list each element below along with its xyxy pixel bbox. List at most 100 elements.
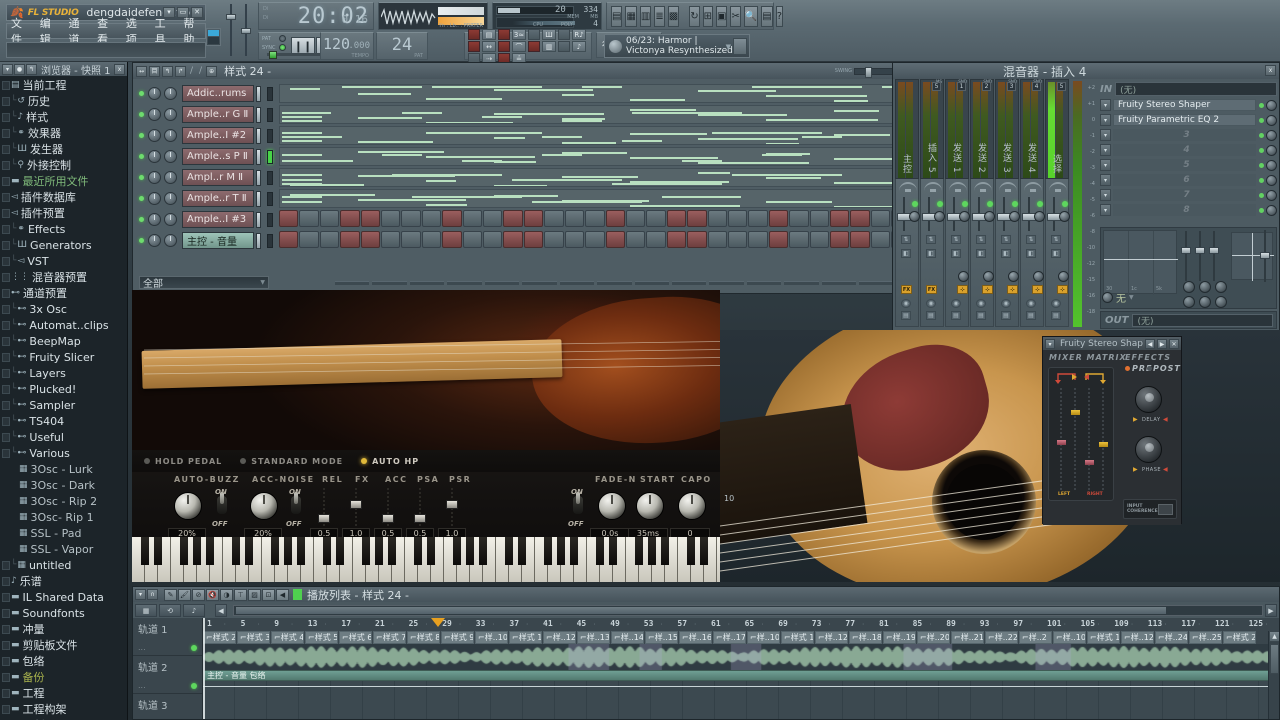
fx-enable-led[interactable]	[1259, 102, 1264, 108]
piano-black-key[interactable]	[245, 537, 253, 565]
step-button[interactable]	[401, 210, 421, 227]
expand-toggle[interactable]	[2, 384, 10, 394]
toggle-midi[interactable]	[558, 40, 570, 52]
step-button[interactable]	[829, 210, 850, 227]
fx-name[interactable]: Fruity Parametric EQ 2	[1113, 114, 1256, 126]
pan-knob[interactable]	[959, 211, 970, 222]
step-button[interactable]	[768, 231, 789, 248]
expand-toggle[interactable]	[2, 448, 10, 458]
playlist-track-header[interactable]: 轨道 3	[133, 694, 202, 720]
record-arm[interactable]: ◉	[951, 299, 961, 308]
eq-q-low-knob[interactable]	[1183, 296, 1195, 308]
playlist-canvas[interactable]: 1 · 5 · 9 · 13 · 17 · 21 · 25 · 29 · 33 · 37 · 41 · 45 · 49 · 53 · 5…	[203, 618, 1279, 719]
step-button[interactable]	[768, 210, 789, 227]
fx-menu-button[interactable]: ▾	[1100, 144, 1111, 156]
stereo-button[interactable]: ◧	[1026, 249, 1036, 258]
browser-item-39[interactable]: ▬ 工程构架	[0, 701, 127, 717]
browser-item-25[interactable]: ▦ 3Osc - Dark	[0, 477, 127, 493]
step-button[interactable]	[279, 231, 299, 248]
channel-volume-knob[interactable]	[164, 129, 177, 142]
expand-toggle[interactable]	[2, 336, 10, 346]
playlist-clip[interactable]: ⌐样..15	[645, 631, 678, 644]
playlist-icon[interactable]: ▤	[611, 5, 623, 27]
step-button[interactable]	[401, 231, 421, 248]
step-button[interactable]	[727, 210, 748, 227]
hold-pedal-toggle[interactable]: HOLD PEDAL	[144, 457, 222, 466]
step-button[interactable]	[544, 210, 564, 227]
browser-back-button[interactable]: ↰	[26, 63, 37, 75]
step-button[interactable]	[462, 231, 483, 248]
browser-icon[interactable]: ≣	[654, 5, 665, 27]
expand-toggle[interactable]	[2, 624, 10, 634]
auto-buzz-knob[interactable]	[174, 492, 202, 520]
expand-toggle[interactable]	[2, 400, 10, 410]
piano-black-key[interactable]	[544, 537, 552, 565]
step-button[interactable]	[727, 231, 748, 248]
save-strip[interactable]: ▤	[976, 311, 986, 320]
mute-icon[interactable]: 🔇	[206, 588, 219, 601]
toggle-count-in[interactable]	[498, 28, 510, 40]
eq-freq-low-knob[interactable]	[1183, 281, 1195, 293]
playlist-clip[interactable]: ⌐样..25	[1189, 631, 1222, 644]
send-knob[interactable]	[1058, 271, 1069, 282]
mute-led[interactable]	[962, 201, 968, 207]
step-button[interactable]	[707, 231, 727, 248]
mixer-out-value[interactable]: (无)	[1132, 313, 1273, 327]
channel-led[interactable]	[139, 154, 144, 159]
browser-item-13[interactable]: ⊷ 通道预置	[0, 285, 127, 301]
piano-black-key[interactable]	[362, 537, 370, 565]
stereo-button[interactable]: ◧	[901, 249, 911, 258]
playlist-clip[interactable]: ⌐样式 9	[441, 631, 474, 644]
step-button[interactable]	[605, 231, 625, 248]
pan-indicator[interactable]	[1055, 189, 1061, 192]
toggle-loop[interactable]	[468, 40, 480, 52]
piano-black-key[interactable]	[700, 537, 708, 565]
route-button[interactable]: ⇅	[1001, 235, 1011, 244]
channel-volume-knob[interactable]	[164, 150, 177, 163]
piano-black-key[interactable]	[193, 537, 201, 565]
zoom-icon[interactable]: ⊡	[262, 588, 275, 601]
channel-led[interactable]	[139, 133, 144, 138]
cr-resize-button[interactable]: ↔	[136, 65, 147, 77]
cut-icon[interactable]: ✂	[730, 5, 741, 27]
mixer-fx-slot-5[interactable]: ▾ 5	[1100, 158, 1277, 172]
fx-enable-led[interactable]	[1259, 147, 1264, 153]
step-button[interactable]	[319, 231, 340, 248]
mixer-fx-slot-1[interactable]: ▾ Fruity Stereo Shaper	[1100, 98, 1277, 112]
piano-black-key[interactable]	[596, 537, 604, 565]
piano-black-key[interactable]	[388, 537, 396, 565]
send-knob[interactable]	[958, 271, 969, 282]
expand-toggle[interactable]	[2, 272, 10, 282]
record-arm[interactable]: ◉	[1001, 299, 1011, 308]
channel-row[interactable]: Ample..I #2	[139, 125, 937, 146]
route-button[interactable]: ⇅	[1051, 235, 1061, 244]
step-button[interactable]	[503, 210, 523, 227]
expand-toggle[interactable]	[2, 416, 10, 426]
piano-black-key[interactable]	[336, 537, 344, 565]
step-button[interactable]	[809, 231, 829, 248]
channel-name-button[interactable]: Addic..rums	[182, 85, 254, 102]
playlist-hscrollbar[interactable]	[233, 604, 1263, 616]
browser-item-1[interactable]: └ ↺ 历史	[0, 93, 127, 109]
channel-row[interactable]: Addic..rums	[139, 83, 937, 104]
fx-menu-button[interactable]: ▾	[1100, 99, 1111, 111]
channel-note-preview[interactable]	[279, 147, 931, 166]
step-button[interactable]	[646, 210, 666, 227]
playlist-clip[interactable]: ⌐样..19	[883, 631, 916, 644]
browser-snapshot-button[interactable]: ●	[14, 63, 25, 75]
record-filter-icon[interactable]: R♪	[572, 28, 586, 40]
master-pitch-slider[interactable]	[241, 4, 251, 56]
browser-item-18[interactable]: └ ⊷ Layers	[0, 365, 127, 381]
slice-icon[interactable]: ⊤	[234, 588, 247, 601]
route-button[interactable]: ⇅	[976, 235, 986, 244]
mixer-close-button[interactable]: x	[1265, 65, 1276, 76]
step-edit-icon[interactable]: 3≈	[512, 28, 526, 40]
playlist-clip[interactable]: ⌐样式 6	[339, 631, 372, 644]
shaper-menu-button[interactable]: ▾	[1045, 338, 1055, 349]
save-as-icon[interactable]: ▣	[715, 5, 728, 27]
expand-toggle[interactable]	[2, 320, 10, 330]
mixer-fx-slot-4[interactable]: ▾ 4	[1100, 143, 1277, 157]
step-button[interactable]	[360, 231, 381, 248]
expand-toggle[interactable]	[2, 80, 10, 90]
undo-icon[interactable]: ↻	[689, 5, 700, 27]
